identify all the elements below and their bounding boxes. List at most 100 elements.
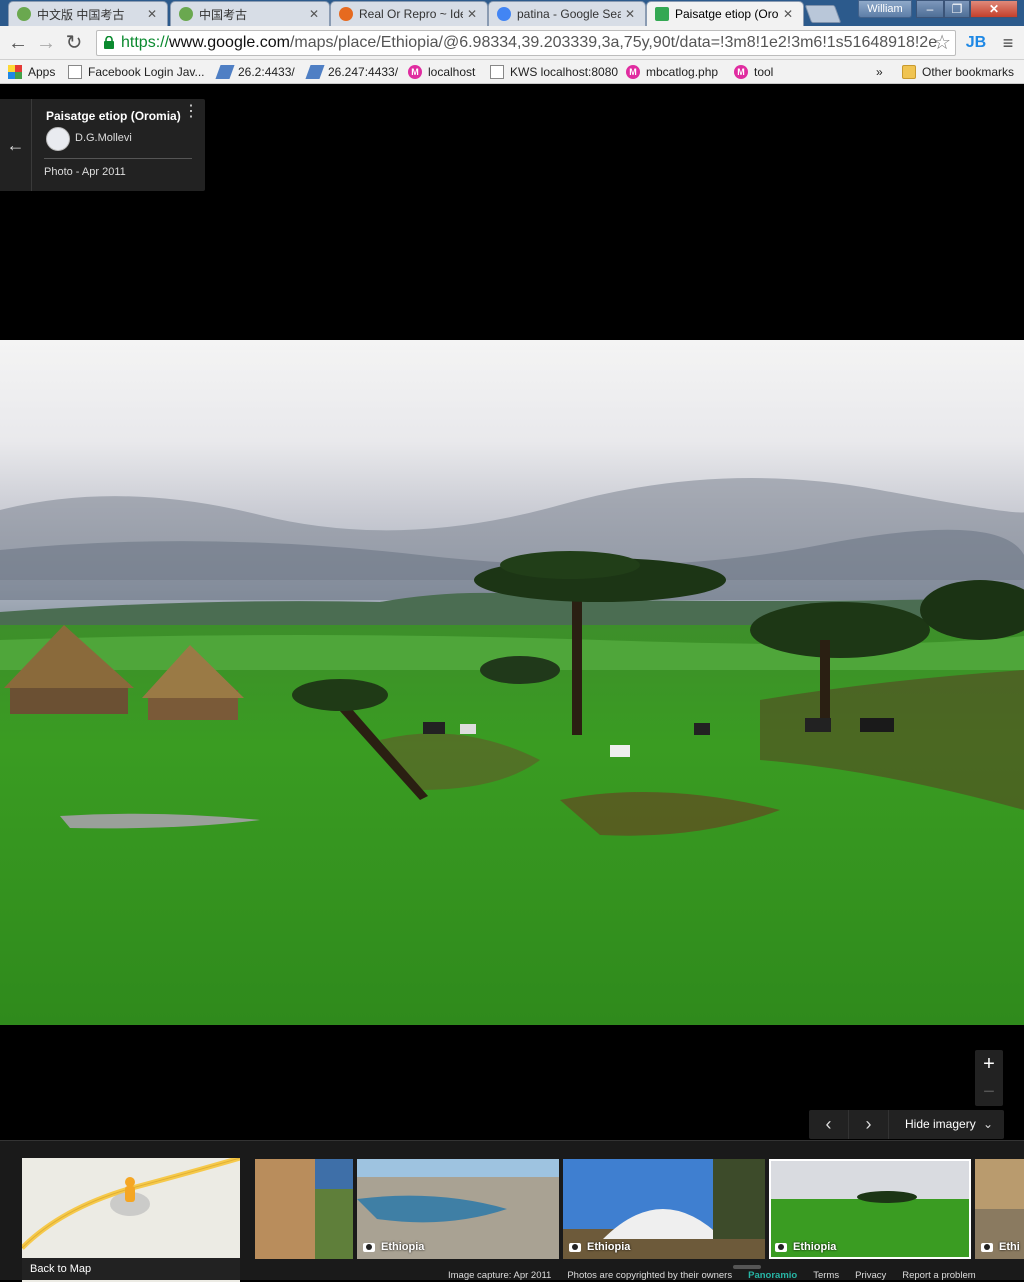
- close-icon[interactable]: ✕: [309, 7, 321, 21]
- tab-favicon-icon: [339, 7, 353, 21]
- bookmark-label: tool: [754, 65, 774, 79]
- copyright-notice: Photos are copyrighted by their owners: [567, 1270, 733, 1281]
- thumbnail-label: Ethiopia: [775, 1241, 836, 1253]
- tab-title: patina - Google Sea: [517, 7, 621, 21]
- imagery-bar: ‹ › Hide imagery ⌄: [809, 1110, 1004, 1139]
- tab-real-or-repro[interactable]: Real Or Repro ~ Ide ✕: [330, 1, 488, 26]
- bookmark-label: mbcatlog.php: [646, 65, 719, 79]
- new-tab-button[interactable]: [804, 5, 842, 23]
- thumbnail-label-text: Ethi: [999, 1241, 1020, 1253]
- zoom-out-button[interactable]: −: [975, 1078, 1003, 1106]
- avatar[interactable]: [46, 127, 70, 151]
- m-icon: M: [734, 65, 748, 79]
- landscape-photo[interactable]: [0, 340, 1024, 1025]
- filmstrip-scrollbar[interactable]: [733, 1265, 761, 1269]
- more-options-icon[interactable]: ⋮: [183, 104, 199, 120]
- bookmark-label: KWS localhost:8080: [510, 65, 619, 79]
- camera-icon: [569, 1242, 581, 1252]
- photo-thumbnail-selected[interactable]: Ethiopia: [769, 1159, 971, 1259]
- close-window-button[interactable]: ✕: [970, 0, 1018, 18]
- tab-patina-google-search[interactable]: patina - Google Sea ✕: [488, 1, 646, 26]
- close-icon[interactable]: ✕: [625, 7, 637, 21]
- maps-footer: Image capture: Apr 2011 Photos are copyr…: [448, 1270, 992, 1281]
- page-icon: [490, 65, 504, 79]
- maps-photo-viewer: ← Paisatge etiop (Oromia) ⋮ D.G.Mollevi …: [0, 85, 1024, 1282]
- bookmark-mbcatlog[interactable]: M mbcatlog.php: [626, 63, 718, 81]
- minimize-button[interactable]: –: [916, 0, 944, 18]
- reload-button[interactable]: ↻: [62, 31, 86, 55]
- close-icon[interactable]: ✕: [783, 7, 795, 21]
- tab-strip: 中文版 中国考古 ✕ 中国考古 ✕ Real Or Repro ~ Ide ✕ …: [0, 0, 1024, 26]
- bookmark-label: Apps: [28, 65, 56, 79]
- divider: [44, 158, 192, 159]
- chevron-down-icon: ⌄: [983, 1117, 994, 1131]
- photo-thumbnail[interactable]: Ethiopia: [357, 1159, 559, 1259]
- tab-title: Paisatge etiop (Oro: [675, 7, 779, 21]
- url-scheme: https://: [121, 34, 170, 51]
- forward-button[interactable]: →: [34, 31, 58, 55]
- image-capture-date: Image capture: Apr 2011: [448, 1270, 552, 1281]
- bookmark-label: 26.247:4433/: [328, 65, 399, 79]
- m-icon: M: [408, 65, 422, 79]
- bookmark-26-247[interactable]: 26.247:4433/: [305, 63, 399, 81]
- folder-icon: [902, 65, 916, 79]
- zoom-in-button[interactable]: +: [975, 1050, 1003, 1078]
- next-photo-button[interactable]: ›: [849, 1110, 889, 1139]
- photo-filmstrip: Back to Map Ethiopia Ethiopia Ethiopia E…: [0, 1140, 1024, 1282]
- tab-title: 中文版 中国考古: [37, 7, 125, 22]
- tab-title: Real Or Repro ~ Ide: [359, 7, 463, 21]
- thumbnail-label: Ethiopia: [363, 1241, 424, 1253]
- network-icon: [215, 65, 235, 79]
- bookmark-tool[interactable]: M tool: [734, 63, 773, 81]
- browser-toolbar: ← → ↻ https://www.google.com/maps/place/…: [0, 26, 1024, 60]
- back-to-map-button[interactable]: Back to Map: [22, 1258, 240, 1280]
- address-bar[interactable]: https://www.google.com/maps/place/Ethiop…: [96, 30, 956, 56]
- bookmark-label: localhost: [428, 65, 476, 79]
- maximize-button[interactable]: ❐: [944, 0, 970, 18]
- thumbnail-label-text: Ethiopia: [381, 1241, 425, 1253]
- bookmark-kws-localhost[interactable]: KWS localhost:8080: [490, 63, 618, 81]
- url-host: www.google.com: [169, 34, 290, 51]
- bookmark-star-icon[interactable]: ☆: [933, 31, 951, 55]
- back-arrow-button[interactable]: ←: [0, 99, 32, 191]
- bookmark-label: 26.2:4433/: [238, 65, 295, 79]
- thumbnail-label-text: Ethiopia: [793, 1241, 837, 1253]
- report-problem-link[interactable]: Report a problem: [902, 1270, 975, 1281]
- user-profile-button[interactable]: William: [858, 0, 912, 18]
- photo-thumbnail[interactable]: [255, 1159, 353, 1259]
- thumbnail-image: [255, 1159, 353, 1259]
- close-icon[interactable]: ✕: [467, 7, 479, 21]
- back-button[interactable]: ←: [6, 31, 30, 55]
- tab-paisatge-etiop[interactable]: Paisatge etiop (Oro ✕: [646, 1, 804, 26]
- bookmark-label: Facebook Login Jav...: [88, 65, 205, 79]
- photo-thumbnail[interactable]: Ethi: [975, 1159, 1024, 1259]
- terms-link[interactable]: Terms: [813, 1270, 839, 1281]
- tab-zhongguo-kaogu[interactable]: 中国考古 ✕: [170, 1, 330, 26]
- thumbnail-label: Ethi: [981, 1241, 1020, 1253]
- tab-zhongguo-kaogu-cn[interactable]: 中文版 中国考古 ✕: [8, 1, 168, 26]
- hide-imagery-button[interactable]: Hide imagery: [905, 1110, 976, 1139]
- privacy-link[interactable]: Privacy: [855, 1270, 886, 1281]
- bookmark-localhost[interactable]: M localhost: [408, 63, 475, 81]
- close-icon[interactable]: ✕: [147, 7, 159, 21]
- camera-icon: [775, 1242, 787, 1252]
- google-icon: [497, 7, 511, 21]
- bookmark-26-2[interactable]: 26.2:4433/: [215, 63, 295, 81]
- tab-favicon-icon: [17, 7, 31, 21]
- browser-menu-icon[interactable]: ≡: [996, 31, 1020, 55]
- apps-icon: [8, 65, 22, 79]
- page-icon: [68, 65, 82, 79]
- bookmark-apps[interactable]: Apps: [8, 63, 55, 81]
- thumbnail-label: Ethiopia: [569, 1241, 630, 1253]
- thumbnail-label-text: Ethiopia: [587, 1241, 631, 1253]
- network-icon: [305, 65, 325, 79]
- url-path: /maps/place/Ethiopia/@6.98334,39.203339,…: [289, 34, 938, 51]
- other-bookmarks[interactable]: Other bookmarks: [902, 63, 1014, 81]
- author-name[interactable]: D.G.Mollevi: [75, 132, 132, 144]
- photo-thumbnail[interactable]: Ethiopia: [563, 1159, 765, 1259]
- bookmarks-overflow-button[interactable]: »: [876, 63, 883, 81]
- bookmark-facebook-login[interactable]: Facebook Login Jav...: [68, 63, 205, 81]
- previous-photo-button[interactable]: ‹: [809, 1110, 849, 1139]
- jetbrains-extension-icon[interactable]: JB: [964, 31, 988, 55]
- panoramio-logo[interactable]: Panoramio: [748, 1270, 797, 1281]
